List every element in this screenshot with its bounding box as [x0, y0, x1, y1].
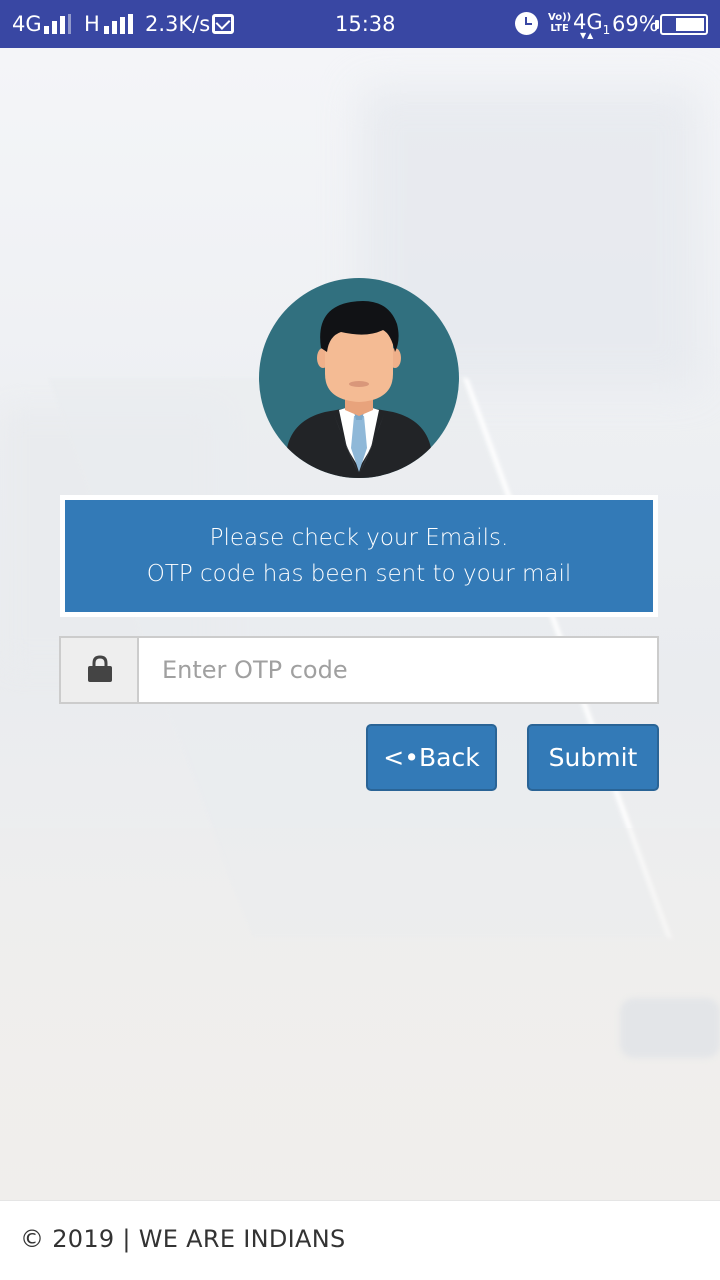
data-arrows-icon: ▼▲ [580, 31, 595, 40]
mail-notification-icon [212, 14, 234, 34]
volte-bottom: LTE [550, 23, 569, 34]
network-speed: 2.3K/s [145, 12, 211, 36]
lock-icon [88, 655, 112, 682]
otp-sent-alert: Please check your Emails. OTP code has b… [60, 495, 658, 617]
user-avatar-icon [259, 278, 459, 478]
sim-slot: 1 [602, 23, 611, 38]
network-type-1: 4G [12, 12, 42, 36]
volte-top: Vo)) [548, 12, 572, 23]
alert-line-1: Please check your Emails. [209, 525, 509, 551]
alert-line-2: OTP code has been sent to your mail [146, 561, 572, 587]
submit-button[interactable]: Submit [527, 724, 659, 791]
input-addon [61, 638, 139, 702]
signal-icon-2 [104, 14, 133, 34]
battery-icon [655, 14, 708, 35]
back-button[interactable]: <•Back [366, 724, 497, 791]
clock: 15:38 [335, 12, 396, 36]
network-type-2: H [84, 12, 100, 36]
volte-indicator: Vo)) LTE [548, 12, 571, 34]
background-image [0, 48, 720, 1200]
status-bar: 4G H 2.3K/s 15:38 Vo)) LTE 4G1 ▼▲ 69% [0, 0, 720, 48]
footer: © 2019 | WE ARE INDIANS [0, 1200, 720, 1280]
alarm-icon [515, 12, 538, 35]
battery-percent: 69% [612, 12, 659, 36]
otp-input-group [59, 636, 659, 704]
alert-box: Please check your Emails. OTP code has b… [65, 500, 653, 612]
copyright-text: © 2019 | WE ARE INDIANS [20, 1225, 346, 1253]
signal-icon [44, 14, 71, 34]
otp-code-input[interactable] [139, 638, 657, 702]
